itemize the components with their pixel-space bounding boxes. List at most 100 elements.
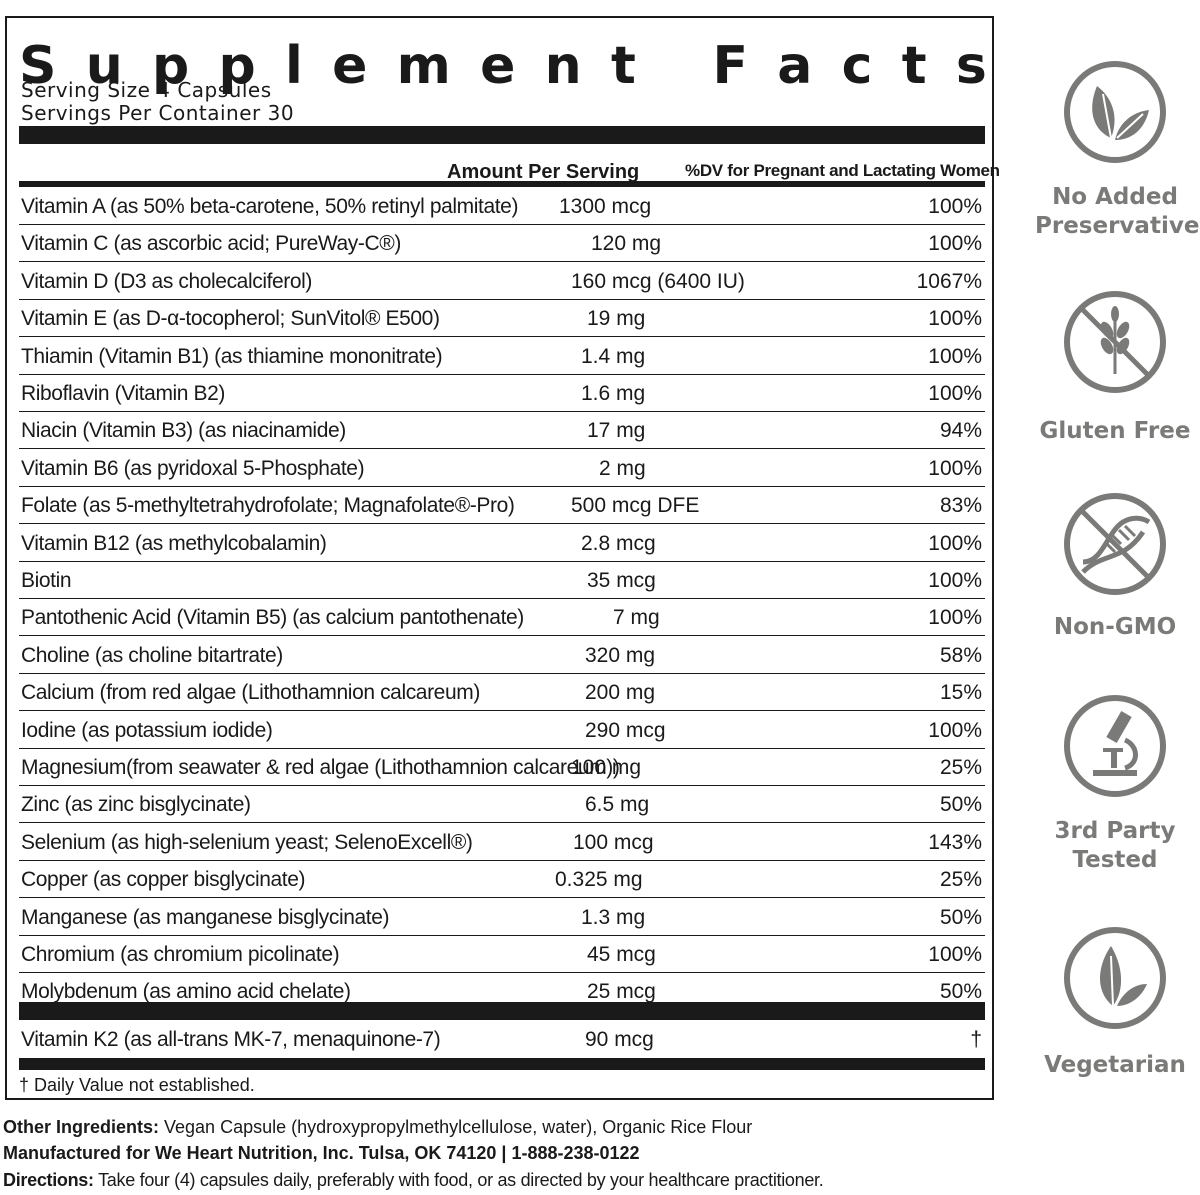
nutrient-amount: 290 mcg [585, 718, 666, 742]
title-letter: e [332, 36, 368, 96]
nutrient-name: Choline (as choline bitartrate) [21, 643, 283, 667]
nutrient-amount: 100 mg [571, 756, 642, 779]
directions-text: Take four (4) capsules daily, preferably… [93, 1170, 824, 1190]
nutrient-name: Iodine (as potassium iodide) [21, 718, 273, 742]
nutrient-amount: 200 mg [585, 681, 656, 705]
nutrient-name: Vitamin B6 (as pyridoxal 5-Phosphate) [21, 456, 365, 480]
nutrient-name: Chromium (as chromium picolinate) [21, 943, 340, 966]
nutrient-row: Vitamin D (D3 as cholecalciferol) 160 mcg… [19, 263, 985, 300]
nutrient-amount: 1300 mcg [559, 195, 652, 218]
title-letter: e [480, 36, 516, 96]
nutrient-name: Vitamin D (D3 as cholecalciferol) [21, 269, 313, 293]
nutrient-dv: 100% [928, 232, 982, 256]
title-letter: t [610, 36, 636, 96]
directions: Directions: Take four (4) capsules daily… [3, 1170, 824, 1191]
nutrient-dv: 58% [939, 643, 982, 667]
badge-line1: Non-GMO [1053, 614, 1177, 640]
nutrient-row: Pantothenic Acid (Vitamin B5) (as calciu… [19, 599, 985, 637]
nutrient-amount: 1.3 mg [581, 905, 646, 929]
nutrient-amount: 2 mg [599, 456, 646, 480]
nutrient-amount: 6.5 mg [585, 793, 650, 817]
nutrient-dv: † [970, 1028, 982, 1051]
nutrient-name: Magnesium(from seawater & red algae (Lit… [21, 756, 620, 779]
nutrient-dv: 100% [928, 344, 982, 368]
dna-crossed-icon [1064, 493, 1166, 595]
nutrient-row: Chromium (as chromium picolinate) 45 mcg 1… [19, 936, 985, 973]
title-letter: c [841, 36, 873, 96]
nutrient-amount: 1.6 mg [581, 382, 646, 405]
nutrient-amount: 17 mg [587, 419, 646, 443]
nutrient-name: Vitamin B12 (as methylcobalamin) [21, 531, 327, 555]
nutrient-row: Selenium (as high-selenium yeast; Seleno… [19, 824, 985, 861]
nutrient-row: Copper (as copper bisglycinate) 0.325 mg 2… [19, 861, 985, 899]
nutrient-amount: 500 mcg DFE [571, 494, 700, 518]
nutrient-dv: 100% [928, 718, 982, 742]
badge-line1: Gluten Free [1039, 418, 1191, 444]
wheat-crossed-icon [1064, 291, 1166, 393]
other-ingredients-text: Vegan Capsule (hydroxypropylmethylcellul… [159, 1117, 753, 1137]
nutrient-amount: 35 mcg [587, 569, 656, 592]
badge-vegetarian: Vegetarian [1035, 926, 1195, 1080]
title-letter: a [777, 36, 813, 96]
supplement-facts-panel: Supplement Facts Serving Size 4 Capsules… [5, 16, 1000, 1100]
nutrient-dv: 100% [928, 195, 982, 218]
title-letter: F [712, 36, 748, 96]
nutrient-dv: 50% [939, 905, 982, 929]
nutrient-name: Selenium (as high-selenium yeast; Seleno… [21, 830, 473, 854]
badge-3rd-party-tested: 3rd Party Tested [1035, 694, 1195, 875]
badge-line1: No Added [1052, 184, 1178, 210]
badge-no-added-preservatives: No Added Preservatives [1035, 60, 1200, 241]
nutrient-dv: 100% [928, 456, 982, 480]
nutrient-dv: 83% [939, 494, 982, 518]
badge-line2: Preservatives [1035, 213, 1200, 239]
leaf-icon [1064, 927, 1166, 1029]
nutrient-dv: 50% [939, 980, 982, 1004]
dv-header: %DV for Pregnant and Lactating Women [685, 161, 1000, 180]
nutrient-row: Vitamin E (as D-α-tocopherol; SunVitol® … [19, 300, 985, 338]
nutrient-name: Calcium (from red algae (Lithothamnion c… [21, 681, 480, 705]
nutrient-name: Vitamin C (as ascorbic acid; PureWay-C®) [21, 232, 401, 256]
servings-per-container: Servings Per Container 30 [21, 101, 295, 125]
nutrient-row: Thiamin (Vitamin B1) (as thiamine mononi… [19, 338, 985, 375]
badge-line1: 3rd Party [1054, 818, 1176, 844]
nutrient-dv: 100% [928, 606, 982, 630]
nutrient-row: Folate (as 5-methyltetrahydrofolate; Mag… [19, 487, 985, 525]
thick-divider [19, 126, 985, 144]
other-ingredients-label: Other Ingredients: [3, 1117, 160, 1137]
nutrient-amount: 1.4 mg [581, 344, 646, 368]
nutrient-row: Iodine (as potassium iodide) 290 mcg 100% [19, 712, 985, 749]
thick-divider-3 [19, 1058, 985, 1070]
other-ingredients: Other Ingredients: Vegan Capsule (hydrox… [3, 1117, 752, 1138]
serving-size: Serving Size 4 Capsules [21, 78, 272, 102]
nutrient-dv: 143% [928, 830, 982, 854]
microscope-icon [1064, 695, 1166, 797]
badge-non-gmo: Non-GMO [1035, 492, 1195, 642]
nutrient-row: Zinc (as zinc bisglycinate) 6.5 mg 50% [19, 786, 985, 824]
nutrient-amount: 120 mg [591, 232, 662, 256]
nutrient-name: Folate (as 5-methyltetrahydrofolate; Mag… [21, 494, 515, 518]
nutrient-amount: 2.8 mcg [581, 531, 656, 555]
title-letter: l [285, 36, 303, 96]
nutrient-name: Biotin [21, 569, 72, 592]
nutrient-dv: 100% [928, 531, 982, 555]
directions-label: Directions: [3, 1170, 94, 1190]
nutrient-amount: 25 mcg [587, 980, 656, 1004]
nutrient-dv: 50% [939, 793, 982, 817]
nutrient-name: Pantothenic Acid (Vitamin B5) (as calciu… [21, 606, 524, 630]
thick-divider-2 [19, 1002, 985, 1020]
nutrient-row: Vitamin A (as 50% beta-carotene, 50% ret… [19, 188, 985, 225]
nutrient-row: Niacin (Vitamin B3) (as niacinamide) 17 m… [19, 412, 985, 450]
nutrient-amount: 45 mcg [587, 943, 656, 966]
nutrient-row: Vitamin C (as ascorbic acid; PureWay-C®)… [19, 225, 985, 263]
nutrient-row-vitamin-k2: Vitamin K2 (as all-trans MK-7, menaquino… [19, 1021, 985, 1058]
footnote: † Daily Value not established. [19, 1075, 255, 1095]
nutrient-dv: 1067% [916, 269, 982, 293]
nutrient-name: Riboflavin (Vitamin B2) [21, 382, 225, 405]
nutrient-row: Manganese (as manganese bisglycinate) 1.3… [19, 899, 985, 936]
title-letter: t [901, 36, 927, 96]
nutrient-name: Niacin (Vitamin B3) (as niacinamide) [21, 419, 346, 443]
badge-line2: Tested [1072, 847, 1158, 873]
leaves-icon [1064, 61, 1166, 163]
nutrient-amount: 90 mcg [585, 1028, 654, 1051]
nutrient-amount: 320 mg [585, 643, 656, 667]
